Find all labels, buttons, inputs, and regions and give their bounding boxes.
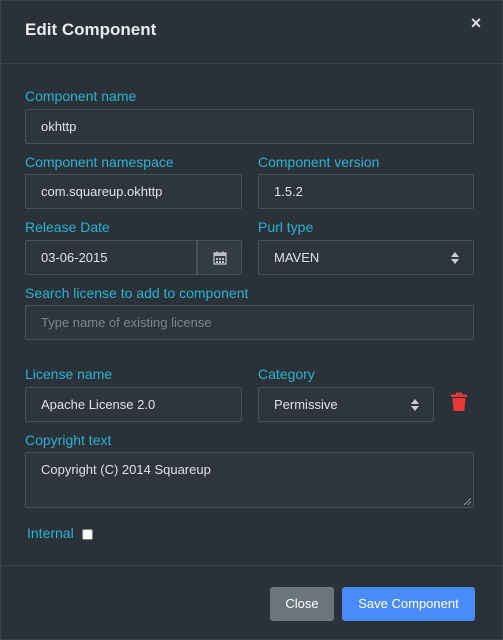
- search-license-input[interactable]: Type name of existing license: [25, 305, 474, 340]
- trash-icon[interactable]: [450, 392, 468, 412]
- component-version-label: Component version: [258, 154, 380, 170]
- copyright-label: Copyright text: [25, 432, 112, 448]
- resize-grip-icon[interactable]: [464, 498, 471, 505]
- footer-divider: [1, 565, 502, 566]
- component-name-input[interactable]: okhttp: [25, 109, 474, 144]
- purl-type-value: MAVEN: [274, 250, 320, 265]
- edit-component-modal: Edit Component × Component name okhttp C…: [0, 0, 503, 640]
- release-date-label: Release Date: [25, 219, 110, 235]
- save-component-button[interactable]: Save Component: [342, 587, 475, 621]
- search-license-placeholder: Type name of existing license: [41, 315, 212, 330]
- category-select[interactable]: Permissive: [258, 387, 434, 422]
- search-license-label: Search license to add to component: [25, 285, 249, 301]
- category-label: Category: [258, 366, 315, 382]
- modal-title: Edit Component: [25, 20, 157, 39]
- modal-header: Edit Component ×: [1, 1, 502, 64]
- calendar-icon: [213, 251, 227, 265]
- copyright-textarea[interactable]: Copyright (C) 2014 Squareup: [25, 452, 474, 508]
- release-date-input[interactable]: 03-06-2015: [25, 240, 197, 275]
- internal-checkbox[interactable]: [82, 529, 93, 540]
- component-namespace-input[interactable]: com.squareup.okhttp: [25, 174, 242, 209]
- component-name-label: Component name: [25, 88, 137, 104]
- component-version-input[interactable]: 1.5.2: [258, 174, 474, 209]
- select-caret-icon: [451, 251, 459, 265]
- purl-type-select[interactable]: MAVEN: [258, 240, 474, 275]
- select-caret-icon: [411, 398, 419, 412]
- license-name-input[interactable]: Apache License 2.0: [25, 387, 242, 422]
- copyright-value: Copyright (C) 2014 Squareup: [41, 462, 211, 477]
- close-button[interactable]: Close: [270, 587, 334, 621]
- category-value: Permissive: [274, 397, 338, 412]
- component-namespace-label: Component namespace: [25, 154, 174, 170]
- date-picker-button[interactable]: [197, 240, 242, 275]
- internal-label: Internal: [27, 525, 74, 541]
- close-icon[interactable]: ×: [468, 14, 484, 32]
- license-name-label: License name: [25, 366, 113, 382]
- purl-type-label: Purl type: [258, 219, 314, 235]
